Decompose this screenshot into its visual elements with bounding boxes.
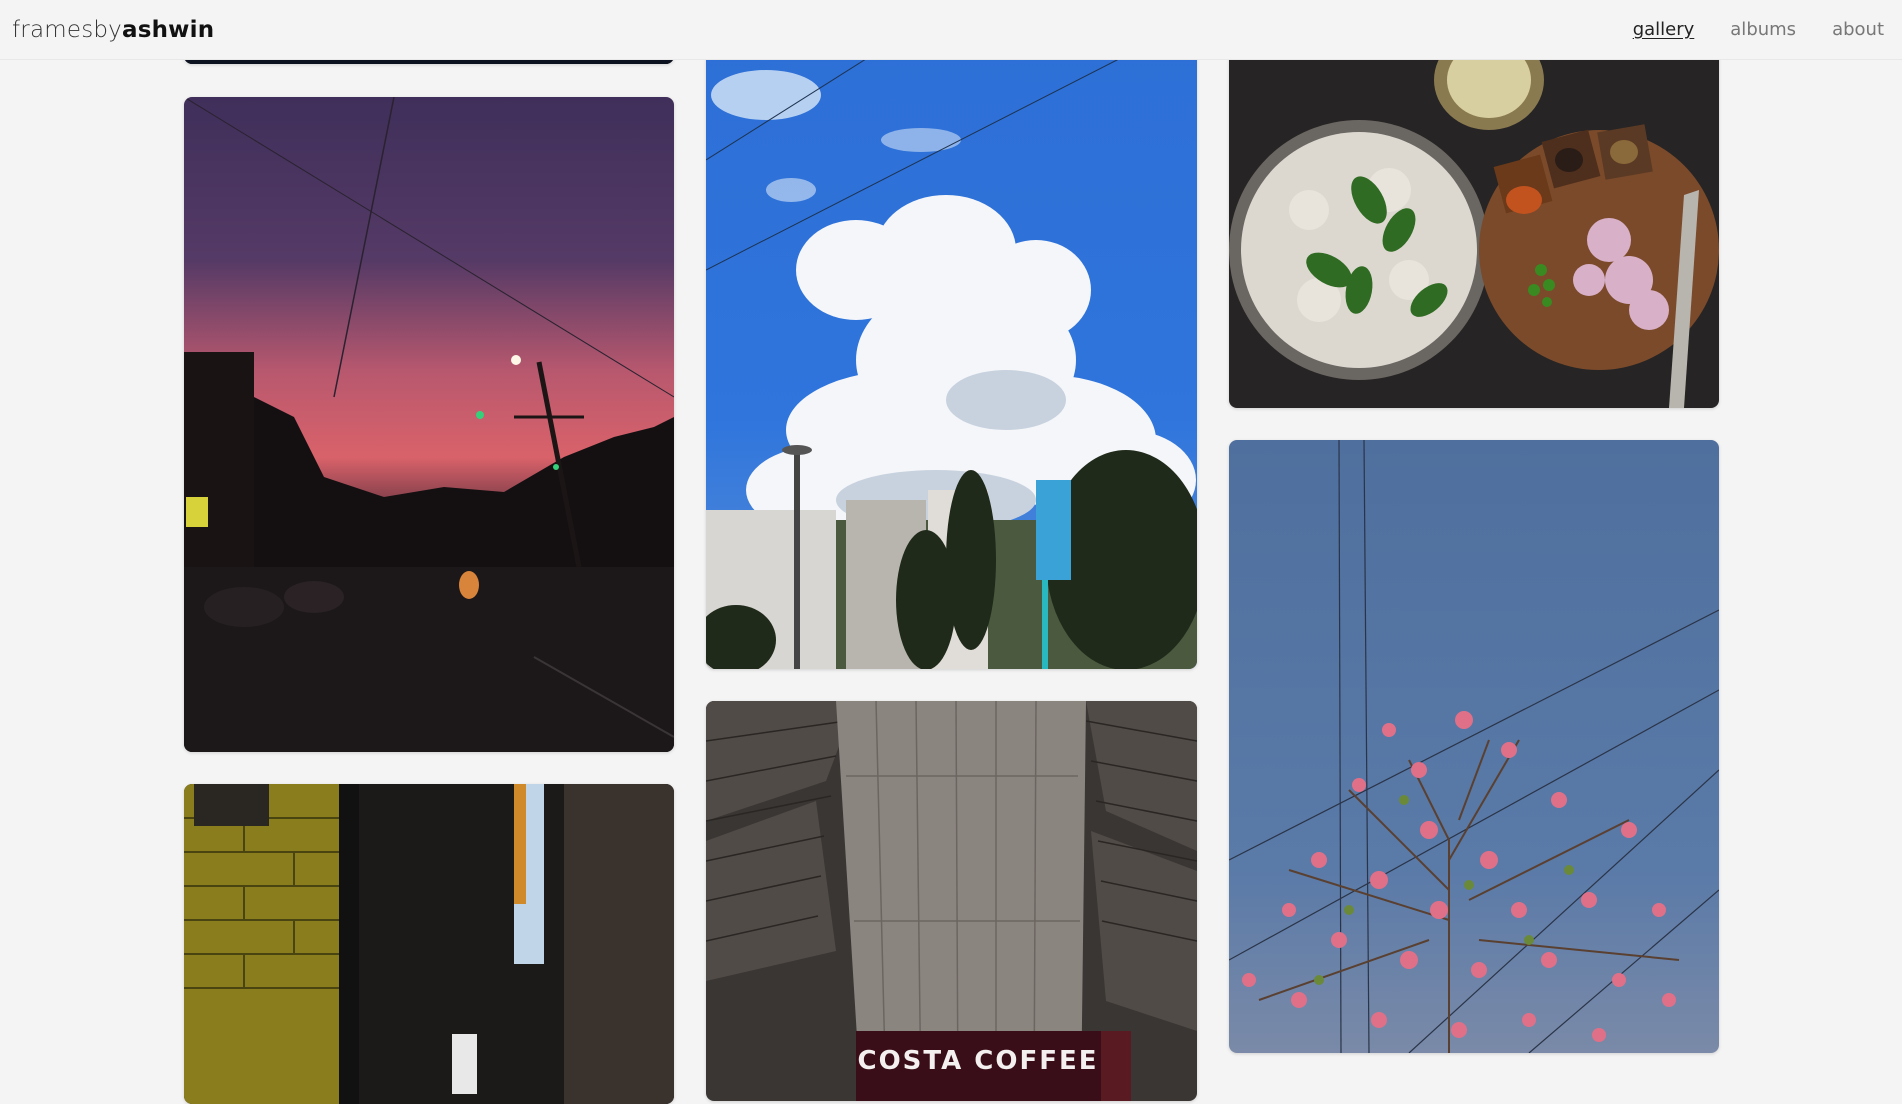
brand-bold-text: ashwin	[122, 17, 215, 43]
nav-albums[interactable]: albums	[1730, 19, 1796, 40]
site-logo[interactable]: framesbyashwin	[12, 17, 214, 43]
brand-light-text: framesby	[12, 17, 122, 43]
photo-clouds-sky[interactable]	[706, 40, 1197, 669]
photo-cafe-window[interactable]	[184, 784, 674, 1104]
photo-pink-blossoms[interactable]	[1229, 440, 1719, 1053]
site-header: framesbyashwin gallery albums about	[0, 0, 1902, 60]
costa-coffee-sign: COSTA COFFEE	[857, 1046, 1098, 1076]
photo-rice-spices[interactable]	[1229, 40, 1719, 408]
main-nav: gallery albums about	[1633, 19, 1884, 40]
nav-gallery[interactable]: gallery	[1633, 19, 1695, 40]
nav-about[interactable]: about	[1832, 19, 1884, 40]
photo-street-sunset[interactable]	[184, 97, 674, 752]
photo-pillar-costa[interactable]: COSTA COFFEE	[706, 701, 1197, 1101]
